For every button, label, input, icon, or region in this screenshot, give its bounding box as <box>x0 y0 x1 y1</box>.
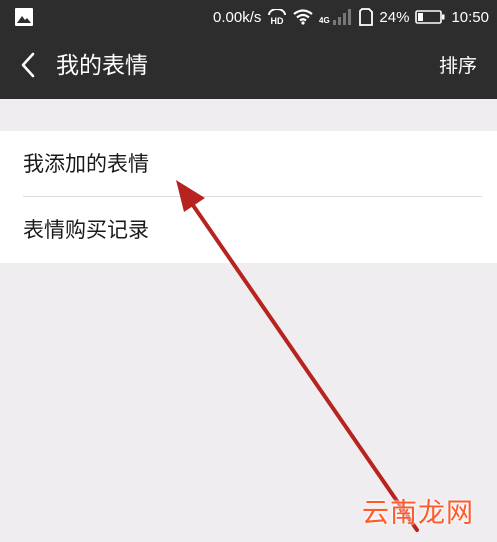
network-type-text: 4G <box>319 16 330 25</box>
sort-button[interactable]: 排序 <box>439 53 477 79</box>
hd-voice-icon: HD <box>267 9 287 25</box>
sim-card-icon <box>359 8 374 26</box>
page-title: 我的表情 <box>56 53 148 79</box>
status-bar-right: 0.00k/s HD 4G 24% 10:50 <box>213 0 489 34</box>
list-item-label: 表情购买记录 <box>23 218 149 242</box>
back-button[interactable] <box>14 52 42 82</box>
list-item-added-emojis[interactable]: 我添加的表情 <box>0 131 497 197</box>
back-chevron-icon <box>20 52 36 82</box>
hd-badge-text: HD <box>271 16 284 25</box>
list-item-label: 我添加的表情 <box>23 152 149 176</box>
navigation-bar: 我的表情 排序 <box>0 34 497 99</box>
battery-icon <box>415 9 445 25</box>
list-item-purchase-history[interactable]: 表情购买记录 <box>0 197 497 263</box>
wifi-icon <box>293 9 314 25</box>
status-bar: 0.00k/s HD 4G 24% 10:50 <box>0 0 497 34</box>
gallery-notification-icon <box>14 7 34 27</box>
network-speed: 0.00k/s <box>213 8 262 26</box>
battery-fill <box>418 13 424 21</box>
clock: 10:50 <box>451 8 489 26</box>
emoji-menu-list: 我添加的表情 表情购买记录 <box>0 131 497 263</box>
battery-percent: 24% <box>379 8 410 26</box>
signal-icon: 4G <box>319 8 353 26</box>
watermark-logo: 云南龙网 <box>362 498 474 529</box>
